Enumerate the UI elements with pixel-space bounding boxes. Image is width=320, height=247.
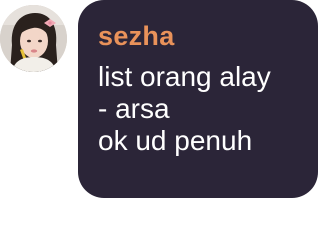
message-line: - arsa (98, 93, 170, 124)
sender-name[interactable]: sezha (98, 20, 300, 52)
profile-photo-icon (0, 5, 67, 72)
message-line: list orang alay (98, 61, 271, 92)
avatar[interactable] (0, 5, 67, 72)
message-bubble[interactable]: sezha list orang alay - arsa ok ud penuh (78, 0, 318, 198)
message-line: ok ud penuh (98, 125, 253, 156)
